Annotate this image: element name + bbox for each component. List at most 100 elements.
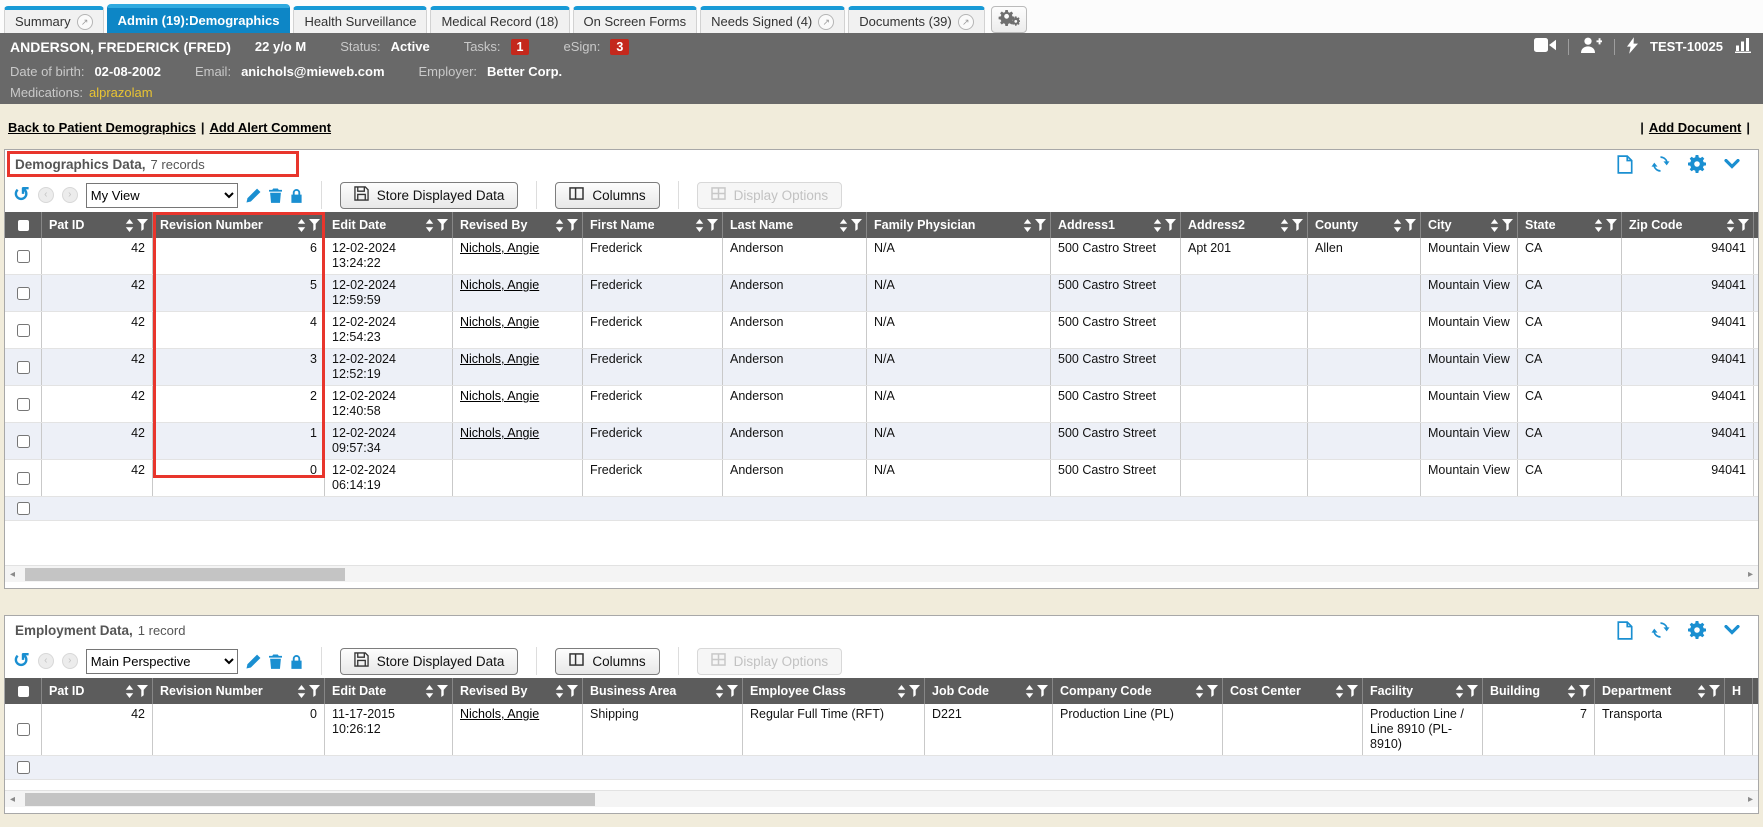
add-document-link[interactable]: Add Document (1649, 120, 1741, 135)
tab-documents-39[interactable]: Documents (39)↗ (848, 6, 984, 33)
bar-chart-icon[interactable] (1735, 37, 1753, 56)
edit-view-icon[interactable] (246, 188, 261, 203)
filter-icon[interactable] (1709, 685, 1720, 697)
filter-icon[interactable] (707, 219, 718, 231)
filter-icon[interactable] (137, 685, 148, 697)
row-checkbox[interactable] (17, 502, 30, 515)
sort-icon[interactable] (297, 219, 306, 232)
sort-icon[interactable] (125, 685, 134, 698)
sort-icon[interactable] (297, 685, 306, 698)
column-header-address1[interactable]: Address1 (1051, 212, 1181, 238)
scrollbar-thumb[interactable] (25, 793, 595, 806)
filter-icon[interactable] (1035, 219, 1046, 231)
select-all-checkbox[interactable] (5, 212, 42, 238)
column-header-last-name[interactable]: Last Name (723, 212, 867, 238)
row-checkbox[interactable] (17, 398, 30, 411)
sort-icon[interactable] (839, 219, 848, 232)
scrollbar-thumb[interactable] (25, 568, 345, 581)
tab-health-surveillance[interactable]: Health Surveillance (293, 6, 427, 33)
refresh-icon[interactable] (1651, 621, 1670, 639)
row-checkbox[interactable] (17, 472, 30, 485)
chevron-down-icon[interactable] (1724, 159, 1740, 169)
delete-view-icon[interactable] (269, 188, 282, 203)
filter-icon[interactable] (437, 219, 448, 231)
store-displayed-data-button[interactable]: Store Displayed Data (340, 182, 519, 209)
tab-summary[interactable]: Summary↗ (4, 6, 104, 33)
sort-icon[interactable] (425, 219, 434, 232)
view-select[interactable]: My View (86, 183, 238, 208)
sort-icon[interactable] (1567, 685, 1576, 698)
tab-on-screen-forms[interactable]: On Screen Forms (573, 6, 698, 33)
document-icon[interactable] (1617, 155, 1633, 174)
edit-view-icon[interactable] (246, 654, 261, 669)
sort-icon[interactable] (1023, 219, 1032, 232)
tab-needs-signed-4[interactable]: Needs Signed (4)↗ (700, 6, 845, 33)
gear-icon[interactable] (1688, 621, 1706, 639)
revised-by-link[interactable]: Nichols, Angie (460, 315, 539, 329)
column-header-revision-number[interactable]: Revision Number (153, 212, 325, 238)
filter-icon[interactable] (309, 685, 320, 697)
store-displayed-data-button[interactable]: Store Displayed Data (340, 648, 519, 675)
column-header-department[interactable]: Department (1595, 678, 1725, 704)
undo-icon[interactable]: ↺ (13, 185, 30, 205)
row-checkbox[interactable] (17, 287, 30, 300)
gear-icon[interactable] (1688, 155, 1706, 173)
sort-icon[interactable] (897, 685, 906, 698)
column-header-county[interactable]: County (1308, 212, 1421, 238)
filter-icon[interactable] (567, 685, 578, 697)
filter-icon[interactable] (1579, 685, 1590, 697)
row-checkbox[interactable] (17, 435, 30, 448)
sort-icon[interactable] (1393, 219, 1402, 232)
sort-icon[interactable] (1490, 219, 1499, 232)
filter-icon[interactable] (437, 685, 448, 697)
lock-view-icon[interactable] (290, 654, 303, 669)
revised-by-link[interactable]: Nichols, Angie (460, 707, 539, 721)
row-checkbox[interactable] (17, 723, 30, 736)
column-header-state[interactable]: State (1518, 212, 1622, 238)
column-header-revised-by[interactable]: Revised By (453, 678, 583, 704)
filter-icon[interactable] (1207, 685, 1218, 697)
external-link-icon[interactable]: ↗ (77, 14, 93, 30)
column-header-cost-center[interactable]: Cost Center (1223, 678, 1363, 704)
column-header-family-physician[interactable]: Family Physician (867, 212, 1051, 238)
filter-icon[interactable] (1738, 219, 1749, 231)
refresh-icon[interactable] (1651, 155, 1670, 173)
column-header-revised-by[interactable]: Revised By (453, 212, 583, 238)
sort-icon[interactable] (1594, 219, 1603, 232)
sort-icon[interactable] (125, 219, 134, 232)
sort-icon[interactable] (1153, 219, 1162, 232)
esign-badge[interactable]: 3 (610, 39, 629, 55)
revised-by-link[interactable]: Nichols, Angie (460, 426, 539, 440)
filter-icon[interactable] (309, 219, 320, 231)
scroll-left-arrow[interactable]: ◂ (10, 568, 15, 581)
select-all-checkbox[interactable] (5, 678, 42, 704)
filter-icon[interactable] (1502, 219, 1513, 231)
filter-icon[interactable] (1606, 219, 1617, 231)
column-header-city[interactable]: City (1421, 212, 1518, 238)
filter-icon[interactable] (1347, 685, 1358, 697)
horizontal-scrollbar[interactable]: ◂▸ (5, 565, 1758, 582)
sort-icon[interactable] (695, 219, 704, 232)
column-header-job-code[interactable]: Job Code (925, 678, 1053, 704)
revised-by-link[interactable]: Nichols, Angie (460, 241, 539, 255)
column-header-building[interactable]: Building (1483, 678, 1595, 704)
filter-icon[interactable] (1467, 685, 1478, 697)
column-header-edit-date[interactable]: Edit Date (325, 678, 453, 704)
view-select[interactable]: Main Perspective (86, 649, 238, 674)
tasks-badge[interactable]: 1 (511, 39, 530, 55)
row-checkbox[interactable] (17, 761, 30, 774)
filter-icon[interactable] (567, 219, 578, 231)
undo-icon[interactable]: ↺ (13, 651, 30, 671)
external-link-icon[interactable]: ↗ (958, 14, 974, 30)
column-header-address2[interactable]: Address2 (1181, 212, 1308, 238)
sort-icon[interactable] (1195, 685, 1204, 698)
sort-icon[interactable] (555, 685, 564, 698)
settings-gears-button[interactable] (991, 6, 1027, 33)
filter-icon[interactable] (909, 685, 920, 697)
sort-icon[interactable] (715, 685, 724, 698)
sort-icon[interactable] (1726, 219, 1735, 232)
filter-icon[interactable] (137, 219, 148, 231)
sort-icon[interactable] (1280, 219, 1289, 232)
external-link-icon[interactable]: ↗ (818, 14, 834, 30)
column-header-pat-id[interactable]: Pat ID (42, 212, 153, 238)
